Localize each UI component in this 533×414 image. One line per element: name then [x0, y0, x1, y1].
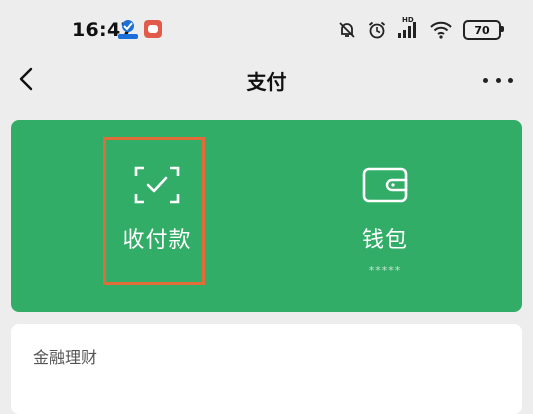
app-notification-icon — [144, 20, 162, 38]
page-title: 支付 — [246, 70, 287, 94]
app-notification-icon — [118, 20, 138, 39]
scan-check-icon — [134, 166, 180, 204]
dot — [508, 77, 513, 83]
nav-bar: 支付 — [0, 56, 533, 104]
finance-section-title: 金融理财 — [33, 348, 98, 367]
finance-section: 金融理财 — [11, 324, 522, 414]
alarm-icon — [368, 21, 386, 39]
wallet-balance-masked: ***** — [368, 264, 402, 277]
collect-pay-button[interactable]: 收付款 — [103, 120, 211, 312]
status-icons: 70 — [337, 16, 504, 44]
pay-card: 收付款 钱包 ***** — [11, 120, 522, 312]
wallet-icon — [362, 167, 408, 203]
more-options-icon[interactable] — [483, 70, 513, 90]
wallet-label: 钱包 — [361, 228, 408, 253]
dot — [495, 77, 501, 83]
collect-pay-label: 收付款 — [122, 228, 192, 253]
dot — [483, 77, 488, 83]
status-bar: 16:47 70 HD — [0, 0, 533, 56]
hd-label: HD — [402, 16, 414, 24]
battery-icon: 70 — [463, 20, 504, 40]
wifi-icon — [430, 21, 452, 39]
mute-bell-icon — [339, 22, 355, 38]
wallet-button[interactable]: 钱包 ***** — [331, 120, 439, 312]
